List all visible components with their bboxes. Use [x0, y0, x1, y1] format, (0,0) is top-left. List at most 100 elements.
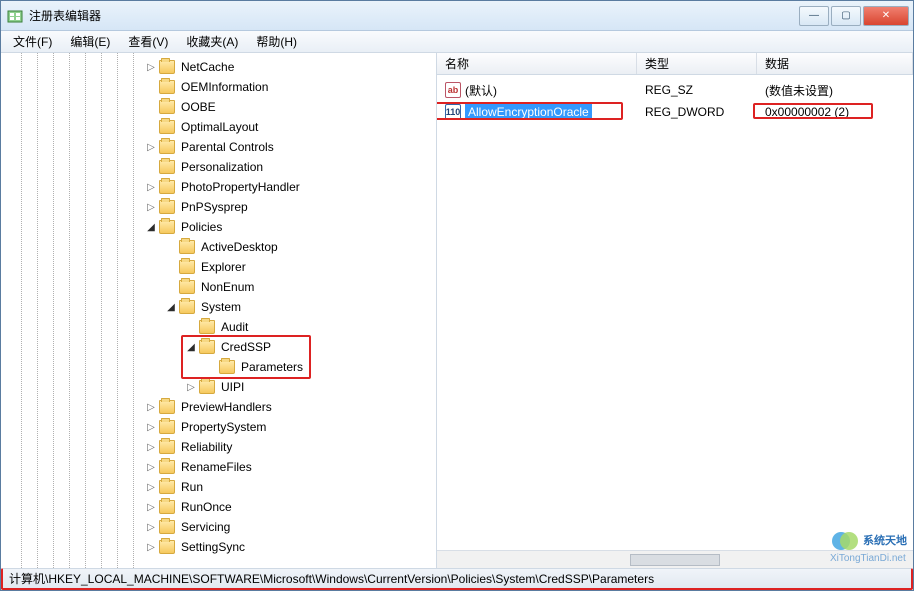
reg-string-icon: ab: [445, 82, 461, 98]
folder-icon: [159, 200, 175, 214]
tree-item-label: Servicing: [179, 519, 232, 535]
collapse-icon[interactable]: ◢: [145, 221, 157, 233]
tree-item[interactable]: ▷ PnPSysprep: [5, 197, 436, 217]
folder-icon: [159, 80, 175, 94]
menu-edit[interactable]: 编辑(E): [64, 31, 116, 52]
folder-icon: [159, 420, 175, 434]
folder-icon: [179, 240, 195, 254]
watermark-text1: 系统天地: [863, 535, 907, 547]
window-title: 注册表编辑器: [29, 7, 799, 24]
collapse-icon[interactable]: ◢: [185, 341, 197, 353]
expand-icon[interactable]: ▷: [145, 181, 157, 193]
value-type: REG_SZ: [637, 83, 757, 97]
maximize-button[interactable]: ▢: [831, 6, 861, 26]
folder-icon: [159, 540, 175, 554]
folder-icon: [179, 280, 195, 294]
value-row[interactable]: 110AllowEncryptionOracleREG_DWORD0x00000…: [437, 101, 913, 123]
menu-file[interactable]: 文件(F): [7, 31, 58, 52]
tree-item[interactable]: ActiveDesktop: [5, 237, 436, 257]
expand-icon[interactable]: ▷: [145, 481, 157, 493]
expand-icon[interactable]: ▷: [145, 501, 157, 513]
tree-item[interactable]: ▷RunOnce: [5, 497, 436, 517]
value-data: (数值未设置): [757, 82, 913, 99]
tree-item[interactable]: ▷Reliability: [5, 437, 436, 457]
values-pane: 名称 类型 数据 ab(默认)REG_SZ(数值未设置)110AllowEncr…: [437, 53, 913, 568]
tree-item[interactable]: OEMInformation: [5, 77, 436, 97]
tree-item[interactable]: ▷RenameFiles: [5, 457, 436, 477]
statusbar: 计算机\HKEY_LOCAL_MACHINE\SOFTWARE\Microsof…: [1, 568, 913, 590]
expand-icon[interactable]: ▷: [185, 381, 197, 393]
tree-item[interactable]: OOBE: [5, 97, 436, 117]
regedit-icon: [7, 8, 23, 24]
tree-item-label: Policies: [179, 219, 224, 235]
folder-icon: [159, 180, 175, 194]
tree-item-label: Run: [179, 479, 205, 495]
tree-item-label: PhotoPropertyHandler: [179, 179, 302, 195]
column-type[interactable]: 类型: [637, 53, 757, 74]
tree-pane[interactable]: ▷NetCache OEMInformation OOBE OptimalLayout…: [1, 53, 437, 568]
tree-item-label: Explorer: [199, 259, 248, 275]
menu-favorites[interactable]: 收藏夹(A): [180, 31, 244, 52]
tree-item[interactable]: ▷ Servicing: [5, 517, 436, 537]
tree-item[interactable]: ▷NetCache: [5, 57, 436, 77]
expand-icon[interactable]: ▷: [145, 61, 157, 73]
tree-item[interactable]: ▷ PhotoPropertyHandler: [5, 177, 436, 197]
tree-item-label: Parental Controls: [179, 139, 276, 155]
tree-item[interactable]: Personalization: [5, 157, 436, 177]
tree-item[interactable]: ▷PropertySystem: [5, 417, 436, 437]
tree-item[interactable]: OptimalLayout: [5, 117, 436, 137]
expand-icon[interactable]: ▷: [145, 541, 157, 553]
close-button[interactable]: ✕: [863, 6, 909, 26]
tree-item-label: CredSSP: [219, 339, 273, 355]
collapse-icon[interactable]: ◢: [165, 301, 177, 313]
column-data[interactable]: 数据: [757, 53, 913, 74]
tree-item[interactable]: ▷ SettingSync: [5, 537, 436, 557]
menu-view[interactable]: 查看(V): [122, 31, 174, 52]
tree-item-label: OOBE: [179, 99, 218, 115]
folder-icon: [159, 480, 175, 494]
tree-item[interactable]: ◢ Policies: [5, 217, 436, 237]
tree-item[interactable]: NonEnum: [5, 277, 436, 297]
expand-icon[interactable]: ▷: [145, 521, 157, 533]
minimize-button[interactable]: —: [799, 6, 829, 26]
tree-item[interactable]: ▷ Parental Controls: [5, 137, 436, 157]
folder-icon: [159, 140, 175, 154]
tree-item[interactable]: ◢ CredSSP: [5, 337, 436, 357]
folder-icon: [159, 60, 175, 74]
value-row[interactable]: ab(默认)REG_SZ(数值未设置): [437, 79, 913, 101]
tree-item-label: OptimalLayout: [179, 119, 260, 135]
value-data: 0x00000002 (2): [757, 105, 913, 119]
folder-icon: [159, 160, 175, 174]
folder-icon: [159, 500, 175, 514]
reg-dword-icon: 110: [445, 104, 461, 120]
tree-item[interactable]: Audit: [5, 317, 436, 337]
tree-item[interactable]: ▷ Run: [5, 477, 436, 497]
expand-icon[interactable]: ▷: [145, 141, 157, 153]
tree-item-label: SettingSync: [179, 539, 247, 555]
folder-icon: [179, 260, 195, 274]
expand-icon[interactable]: ▷: [145, 401, 157, 413]
scrollbar-thumb[interactable]: [630, 554, 720, 566]
tree-item-label: Audit: [219, 319, 250, 335]
tree-item[interactable]: Parameters: [5, 357, 436, 377]
column-name[interactable]: 名称: [437, 53, 637, 74]
value-name: AllowEncryptionOracle: [465, 104, 592, 120]
values-list[interactable]: ab(默认)REG_SZ(数值未设置)110AllowEncryptionOra…: [437, 75, 913, 550]
titlebar: 注册表编辑器 — ▢ ✕: [1, 1, 913, 31]
expand-icon[interactable]: ▷: [145, 421, 157, 433]
tree-item-label: PnPSysprep: [179, 199, 250, 215]
expand-icon[interactable]: ▷: [145, 201, 157, 213]
tree-item-label: Personalization: [179, 159, 265, 175]
watermark-text2: XiTongTianDi.net: [830, 553, 906, 564]
tree-item[interactable]: ◢System: [5, 297, 436, 317]
tree-item[interactable]: ▷UIPI: [5, 377, 436, 397]
watermark-icon: [830, 530, 858, 552]
expand-icon[interactable]: ▷: [145, 441, 157, 453]
expand-icon[interactable]: ▷: [145, 461, 157, 473]
tree-item[interactable]: ▷PreviewHandlers: [5, 397, 436, 417]
tree-item-label: OEMInformation: [179, 79, 270, 95]
menu-help[interactable]: 帮助(H): [250, 31, 303, 52]
tree-item[interactable]: Explorer: [5, 257, 436, 277]
tree-item-label: NonEnum: [199, 279, 256, 295]
tree-item-label: Parameters: [239, 359, 305, 375]
